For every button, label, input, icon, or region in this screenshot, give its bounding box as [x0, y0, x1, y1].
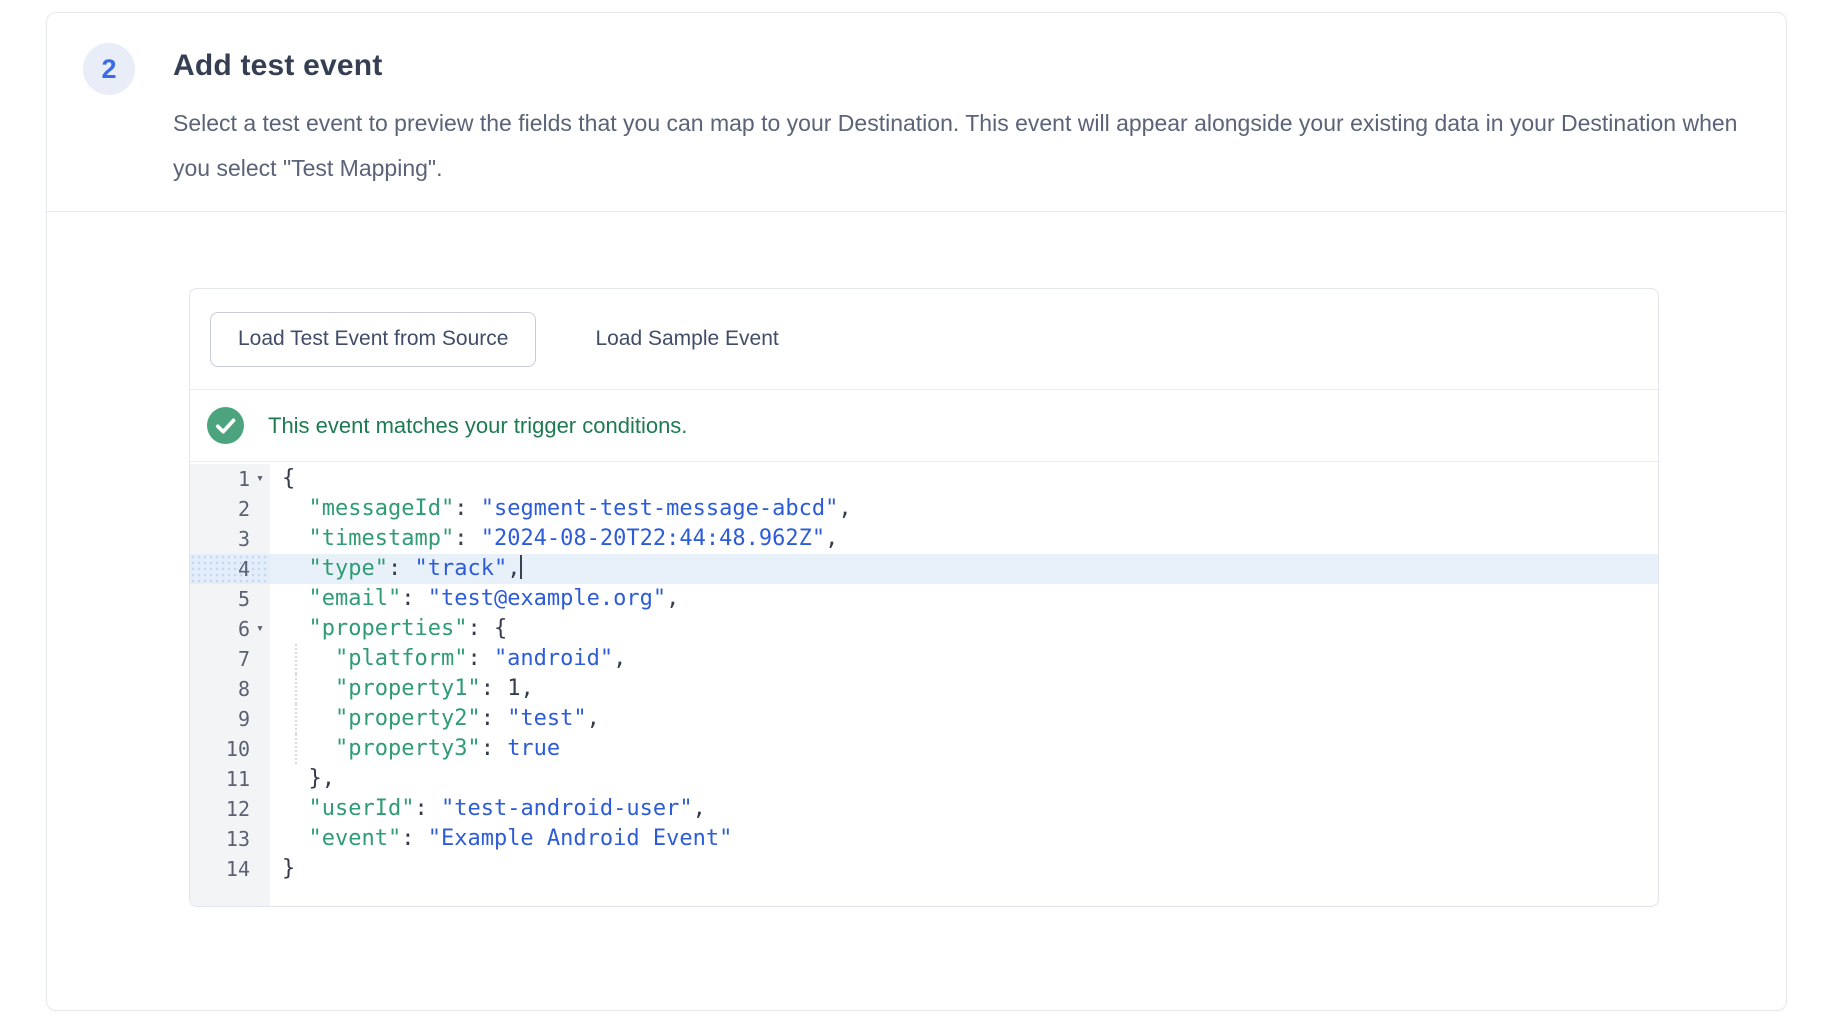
- page-title: Add test event: [173, 49, 383, 83]
- event-buttons-row: Load Test Event from Source Load Sample …: [190, 289, 1658, 390]
- editor-gutter-cell: 1▾: [190, 464, 270, 494]
- code-line[interactable]: 7 "platform": "android",: [190, 644, 1658, 674]
- code-line[interactable]: 14}: [190, 854, 1658, 884]
- editor-bottom-filler: [190, 884, 1658, 906]
- editor-gutter-cell: 3: [190, 524, 270, 554]
- code-text[interactable]: },: [270, 764, 1658, 794]
- code-line[interactable]: 6▾ "properties": {: [190, 614, 1658, 644]
- step-number-badge: 2: [83, 43, 135, 95]
- indent-guide: [295, 734, 297, 764]
- step-header: 2 Add test event Select a test event to …: [47, 13, 1786, 212]
- code-line[interactable]: 3 "timestamp": "2024-08-20T22:44:48.962Z…: [190, 524, 1658, 554]
- code-text[interactable]: "event": "Example Android Event": [270, 824, 1658, 854]
- editor-gutter-cell: 2: [190, 494, 270, 524]
- code-text[interactable]: "property1": 1,: [270, 674, 1658, 704]
- code-text[interactable]: {: [270, 464, 1658, 494]
- trigger-match-status-row: This event matches your trigger conditio…: [190, 390, 1658, 462]
- code-line[interactable]: 10 "property3": true: [190, 734, 1658, 764]
- status-message: This event matches your trigger conditio…: [268, 413, 687, 439]
- step-number: 2: [101, 54, 116, 85]
- code-text: [270, 884, 1658, 906]
- line-number: 3: [238, 524, 250, 554]
- code-text[interactable]: "email": "test@example.org",: [270, 584, 1658, 614]
- indent-guide: [295, 704, 297, 734]
- line-number: 1: [238, 464, 250, 494]
- code-line[interactable]: 13 "event": "Example Android Event": [190, 824, 1658, 854]
- code-text[interactable]: "properties": {: [270, 614, 1658, 644]
- add-test-event-card: 2 Add test event Select a test event to …: [46, 12, 1787, 1011]
- line-number: 6: [238, 614, 250, 644]
- code-text[interactable]: "type": "track",: [270, 554, 1658, 584]
- editor-gutter-cell: 14: [190, 854, 270, 884]
- editor-gutter-cell: 7: [190, 644, 270, 674]
- editor-gutter-cell: 10: [190, 734, 270, 764]
- code-line[interactable]: 4 "type": "track",: [190, 554, 1658, 584]
- editor-gutter-cell: 6▾: [190, 614, 270, 644]
- code-text[interactable]: "property3": true: [270, 734, 1658, 764]
- json-editor[interactable]: 1▾{2 "messageId": "segment-test-message-…: [190, 462, 1658, 906]
- page-background: { "step": { "number": "2", "title": "Add…: [0, 0, 1822, 1036]
- text-cursor: [520, 555, 522, 579]
- line-number: 8: [238, 674, 250, 704]
- code-text[interactable]: "timestamp": "2024-08-20T22:44:48.962Z",: [270, 524, 1658, 554]
- load-sample-event-button[interactable]: Load Sample Event: [568, 312, 805, 367]
- check-circle-icon: [207, 407, 244, 444]
- line-number: 12: [226, 794, 250, 824]
- editor-gutter-cell: 4: [190, 554, 270, 584]
- line-number: 14: [226, 854, 250, 884]
- code-line[interactable]: 2 "messageId": "segment-test-message-abc…: [190, 494, 1658, 524]
- line-number: 10: [226, 734, 250, 764]
- editor-gutter-cell: [190, 884, 270, 906]
- line-number: 5: [238, 584, 250, 614]
- code-text[interactable]: "userId": "test-android-user",: [270, 794, 1658, 824]
- editor-gutter-cell: 5: [190, 584, 270, 614]
- step-description: Select a test event to preview the field…: [173, 101, 1765, 191]
- line-number: 13: [226, 824, 250, 854]
- indent-guide: [295, 674, 297, 704]
- editor-gutter-cell: 8: [190, 674, 270, 704]
- editor-gutter-cell: 11: [190, 764, 270, 794]
- indent-guide: [295, 644, 297, 674]
- editor-gutter-cell: 13: [190, 824, 270, 854]
- code-text[interactable]: }: [270, 854, 1658, 884]
- editor-gutter-cell: 12: [190, 794, 270, 824]
- load-test-event-button[interactable]: Load Test Event from Source: [210, 312, 536, 367]
- line-number: 9: [238, 704, 250, 734]
- line-number: 2: [238, 494, 250, 524]
- line-number: 7: [238, 644, 250, 674]
- line-number: 4: [238, 554, 250, 584]
- editor-gutter-cell: 9: [190, 704, 270, 734]
- code-text[interactable]: "property2": "test",: [270, 704, 1658, 734]
- code-line[interactable]: 11 },: [190, 764, 1658, 794]
- fold-arrow-icon[interactable]: ▾: [250, 464, 270, 494]
- code-text[interactable]: "platform": "android",: [270, 644, 1658, 674]
- code-line[interactable]: 5 "email": "test@example.org",: [190, 584, 1658, 614]
- test-event-panel: Load Test Event from Source Load Sample …: [189, 288, 1659, 907]
- code-text[interactable]: "messageId": "segment-test-message-abcd"…: [270, 494, 1658, 524]
- code-line[interactable]: 8 "property1": 1,: [190, 674, 1658, 704]
- code-line[interactable]: 12 "userId": "test-android-user",: [190, 794, 1658, 824]
- fold-arrow-icon[interactable]: ▾: [250, 614, 270, 644]
- code-line[interactable]: 1▾{: [190, 464, 1658, 494]
- code-line[interactable]: 9 "property2": "test",: [190, 704, 1658, 734]
- line-number: 11: [226, 764, 250, 794]
